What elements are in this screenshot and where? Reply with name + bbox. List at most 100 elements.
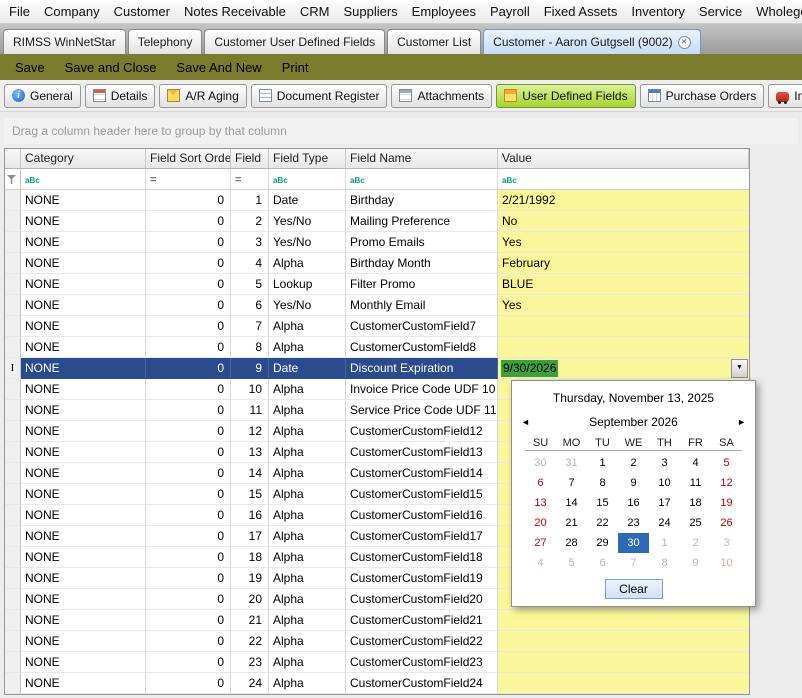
subtab-details[interactable]: Details [84, 83, 156, 108]
subtab-general[interactable]: General [4, 83, 81, 108]
grid-row-23[interactable]: NONE 0 23 Alpha CustomerCustomField23 [5, 652, 749, 673]
group-by-panel[interactable]: Drag a column header here to group by th… [4, 118, 798, 144]
calendar-day[interactable]: 30 [525, 453, 556, 473]
print-button[interactable]: Print [272, 60, 319, 75]
calendar-day[interactable]: 6 [587, 553, 618, 573]
calendar-day[interactable]: 5 [711, 453, 742, 473]
grid-row-5[interactable]: NONE 0 5 Lookup Filter Promo BLUE [5, 274, 749, 295]
calendar-prev-month-icon[interactable]: ◄ [521, 416, 530, 428]
calendar-day[interactable]: 17 [649, 493, 680, 513]
menu-item-inventory[interactable]: Inventory [624, 4, 691, 19]
menu-item-suppliers[interactable]: Suppliers [336, 4, 404, 19]
tab-customer-aaron-gutgsell-9002[interactable]: Customer - Aaron Gutgsell (9002) ✕ [483, 29, 701, 54]
grid-row-21[interactable]: NONE 0 21 Alpha CustomerCustomField21 [5, 610, 749, 631]
calendar-day[interactable]: 11 [680, 473, 711, 493]
menu-item-file[interactable]: File [2, 4, 37, 19]
calendar-day[interactable]: 14 [556, 493, 587, 513]
menu-item-payroll[interactable]: Payroll [483, 4, 537, 19]
tab-customer-user-defined-fields[interactable]: Customer User Defined Fields [204, 29, 386, 54]
calendar-clear-button[interactable]: Clear [604, 579, 663, 599]
calendar-day[interactable]: 21 [556, 513, 587, 533]
cell-value[interactable] [498, 673, 749, 694]
cell-value[interactable] [498, 610, 749, 631]
calendar-day[interactable]: 4 [525, 553, 556, 573]
menu-item-notes-receivable[interactable]: Notes Receivable [177, 4, 293, 19]
calendar-day[interactable]: 27 [525, 533, 556, 553]
calendar-day[interactable]: 20 [525, 513, 556, 533]
calendar-day[interactable]: 9 [618, 473, 649, 493]
filter-cell-field-name[interactable]: aBc [346, 169, 498, 190]
menu-item-fixed-assets[interactable]: Fixed Assets [537, 4, 625, 19]
save-button[interactable]: Save [5, 60, 55, 75]
subtab-purchase-orders[interactable]: Purchase Orders [639, 83, 765, 108]
menu-item-service[interactable]: Service [692, 4, 749, 19]
calendar-next-month-icon[interactable]: ► [737, 416, 746, 428]
grid-row-6[interactable]: NONE 0 6 Yes/No Monthly Email Yes [5, 295, 749, 316]
calendar-day[interactable]: 1 [587, 453, 618, 473]
grid-row-9[interactable]: I NONE 0 9 Date Discount Expiration 9/30/2026 ▼ [5, 358, 749, 379]
subtab-a-r-aging[interactable]: A/R Aging [159, 83, 247, 108]
grid-row-24[interactable]: NONE 0 24 Alpha CustomerCustomField24 [5, 673, 749, 694]
grid-row-22[interactable]: NONE 0 22 Alpha CustomerCustomField22 [5, 631, 749, 652]
grid-row-1[interactable]: NONE 0 1 Date Birthday 2/21/1992 [5, 190, 749, 211]
calendar-day[interactable]: 25 [680, 513, 711, 533]
calendar-day[interactable]: 5 [556, 553, 587, 573]
calendar-day[interactable]: 24 [649, 513, 680, 533]
grid-row-7[interactable]: NONE 0 7 Alpha CustomerCustomField7 [5, 316, 749, 337]
calendar-day[interactable]: 3 [649, 453, 680, 473]
menu-item-customer[interactable]: Customer [107, 4, 177, 19]
filter-cell-value[interactable]: aBc [498, 169, 749, 190]
save-and-close-button[interactable]: Save and Close [55, 60, 167, 75]
save-and-new-button[interactable]: Save And New [166, 60, 271, 75]
calendar-day[interactable]: 23 [618, 513, 649, 533]
filter-cell-field-sort-order[interactable]: = [146, 169, 231, 190]
subtab-insurance[interactable]: Insurance [768, 83, 802, 108]
column-header-field[interactable]: Field [231, 149, 269, 169]
calendar-month-label[interactable]: September 2026 [530, 415, 737, 429]
menu-item-employees[interactable]: Employees [405, 4, 483, 19]
cell-value[interactable]: Yes [498, 232, 749, 253]
calendar-day[interactable]: 31 [556, 453, 587, 473]
column-header-field-name[interactable]: Field Name [346, 149, 498, 169]
tab-telephony[interactable]: Telephony [127, 29, 203, 54]
filter-cell-field[interactable]: = [231, 169, 269, 190]
calendar-today-label[interactable]: Thursday, November 13, 2025 [512, 381, 755, 405]
tab-rimss-winnetstar[interactable]: RIMSS WinNetStar [3, 29, 126, 54]
calendar-day[interactable]: 3 [711, 533, 742, 553]
value-editor[interactable]: 9/30/2026 ▼ [498, 358, 749, 379]
cell-value[interactable]: No [498, 211, 749, 232]
grid-row-3[interactable]: NONE 0 3 Yes/No Promo Emails Yes [5, 232, 749, 253]
calendar-day[interactable]: 10 [649, 473, 680, 493]
column-header-field-type[interactable]: Field Type [269, 149, 346, 169]
calendar-day[interactable]: 28 [556, 533, 587, 553]
calendar-day[interactable]: 15 [587, 493, 618, 513]
grid-row-4[interactable]: NONE 0 4 Alpha Birthday Month February [5, 253, 749, 274]
calendar-day[interactable]: 4 [680, 453, 711, 473]
cell-value[interactable]: Yes [498, 295, 749, 316]
calendar-day[interactable]: 1 [649, 533, 680, 553]
calendar-day[interactable]: 2 [618, 453, 649, 473]
cell-value[interactable]: 2/21/1992 [498, 190, 749, 211]
calendar-day[interactable]: 22 [587, 513, 618, 533]
grid-row-2[interactable]: NONE 0 2 Yes/No Mailing Preference No [5, 211, 749, 232]
calendar-day[interactable]: 10 [711, 553, 742, 573]
calendar-day[interactable]: 2 [680, 533, 711, 553]
calendar-day[interactable]: 18 [680, 493, 711, 513]
column-header-value[interactable]: Value [498, 149, 749, 169]
calendar-day[interactable]: 16 [618, 493, 649, 513]
column-header-field-sort-order[interactable]: Field Sort Order [146, 149, 231, 169]
subtab-document-register[interactable]: Document Register [250, 83, 388, 108]
column-header-category[interactable]: Category [21, 149, 146, 169]
calendar-day[interactable]: 12 [711, 473, 742, 493]
calendar-day[interactable]: 26 [711, 513, 742, 533]
calendar-day[interactable]: 19 [711, 493, 742, 513]
menu-item-company[interactable]: Company [37, 4, 107, 19]
cell-value[interactable] [498, 337, 749, 358]
cell-value[interactable]: February [498, 253, 749, 274]
calendar-day[interactable]: 7 [618, 553, 649, 573]
subtab-attachments[interactable]: Attachments [391, 83, 493, 108]
grid-row-8[interactable]: NONE 0 8 Alpha CustomerCustomField8 [5, 337, 749, 358]
cell-value[interactable] [498, 652, 749, 673]
calendar-day[interactable]: 13 [525, 493, 556, 513]
cell-value[interactable] [498, 631, 749, 652]
